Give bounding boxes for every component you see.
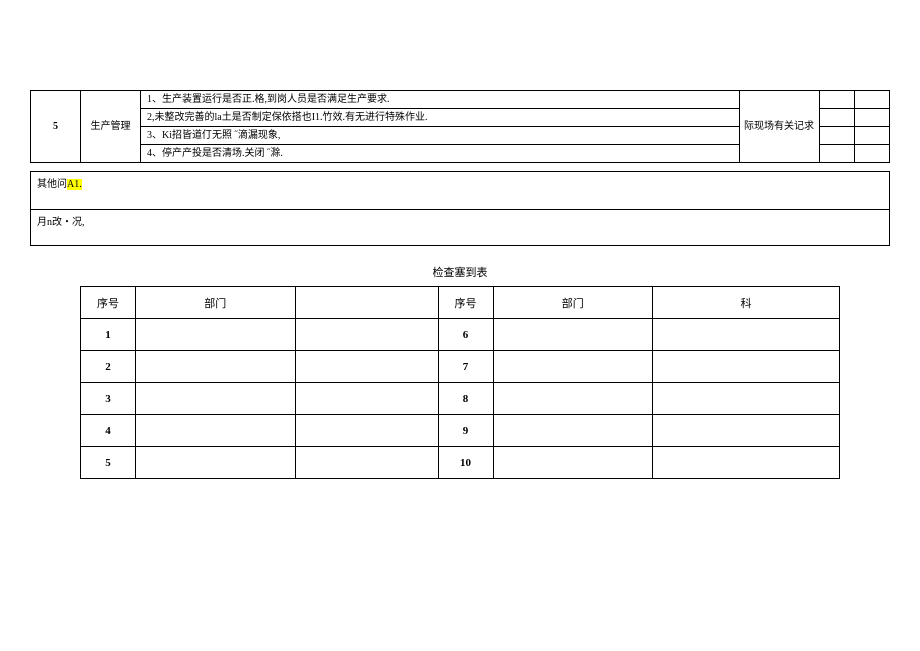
dept-cell xyxy=(493,447,653,479)
header-seq-left: 序号 xyxy=(81,287,136,319)
seq-cell: 1 xyxy=(81,319,136,351)
last-cell xyxy=(653,351,840,383)
signin-row: 3 8 xyxy=(81,383,840,415)
rectification-cell: 月n改・况, xyxy=(31,210,890,246)
dept-cell xyxy=(136,415,296,447)
blank-cell xyxy=(295,447,438,479)
blank-cell xyxy=(820,109,855,127)
blank-cell xyxy=(855,127,890,145)
production-management-table: 5 生产管理 1、生产装置运行是否正.格,到岗人员是否满足生产要求. 际现场有关… xyxy=(30,90,890,163)
check-item-3: 3、Ki招皆道仃无照 ˝滴漏现象, xyxy=(141,127,740,145)
header-seq-right: 序号 xyxy=(438,287,493,319)
highlight-text: A1. xyxy=(67,179,82,190)
dept-cell xyxy=(136,319,296,351)
seq-number: 5 xyxy=(31,91,81,163)
seq-cell: 2 xyxy=(81,351,136,383)
last-cell xyxy=(653,319,840,351)
header-blank-left xyxy=(295,287,438,319)
last-cell xyxy=(653,415,840,447)
blank-cell xyxy=(855,145,890,163)
blank-cell xyxy=(295,383,438,415)
seq-cell: 5 xyxy=(81,447,136,479)
check-item-2: 2,未整改完善的la土是否制定保依搭也I1.竹效.有无进行特殊作业. xyxy=(141,109,740,127)
seq-cell: 8 xyxy=(438,383,493,415)
signin-row: 5 10 xyxy=(81,447,840,479)
signin-row: 1 6 xyxy=(81,319,840,351)
seq-cell: 7 xyxy=(438,351,493,383)
blank-cell xyxy=(820,91,855,109)
header-dept-left: 部门 xyxy=(136,287,296,319)
signin-row: 2 7 xyxy=(81,351,840,383)
header-last: 科 xyxy=(653,287,840,319)
seq-cell: 9 xyxy=(438,415,493,447)
dept-cell xyxy=(493,319,653,351)
note-label: 际现场有关记求 xyxy=(740,91,820,163)
dept-cell xyxy=(493,351,653,383)
check-item-4: 4、停产产投是否清场.关闭 ˝滁. xyxy=(141,145,740,163)
blank-cell xyxy=(820,127,855,145)
last-cell xyxy=(653,447,840,479)
seq-cell: 10 xyxy=(438,447,493,479)
blank-cell xyxy=(855,91,890,109)
signin-row: 4 9 xyxy=(81,415,840,447)
dept-cell xyxy=(136,447,296,479)
notes-table: 其他问A1. 月n改・况, xyxy=(30,171,890,246)
blank-cell xyxy=(295,415,438,447)
dept-cell xyxy=(493,415,653,447)
category-label: 生产管理 xyxy=(81,91,141,163)
check-item-1: 1、生产装置运行是否正.格,到岗人员是否满足生产要求. xyxy=(141,91,740,109)
blank-cell xyxy=(820,145,855,163)
dept-cell xyxy=(136,383,296,415)
last-cell xyxy=(653,383,840,415)
blank-cell xyxy=(855,109,890,127)
dept-cell xyxy=(493,383,653,415)
header-dept-right: 部门 xyxy=(493,287,653,319)
signin-table: 序号 部门 序号 部门 科 1 6 2 7 3 8 xyxy=(80,286,840,479)
seq-cell: 3 xyxy=(81,383,136,415)
other-issues-cell: 其他问A1. xyxy=(31,172,890,210)
blank-cell xyxy=(295,319,438,351)
signin-title: 检查塞到表 xyxy=(0,264,920,280)
seq-cell: 4 xyxy=(81,415,136,447)
blank-cell xyxy=(295,351,438,383)
dept-cell xyxy=(136,351,296,383)
seq-cell: 6 xyxy=(438,319,493,351)
